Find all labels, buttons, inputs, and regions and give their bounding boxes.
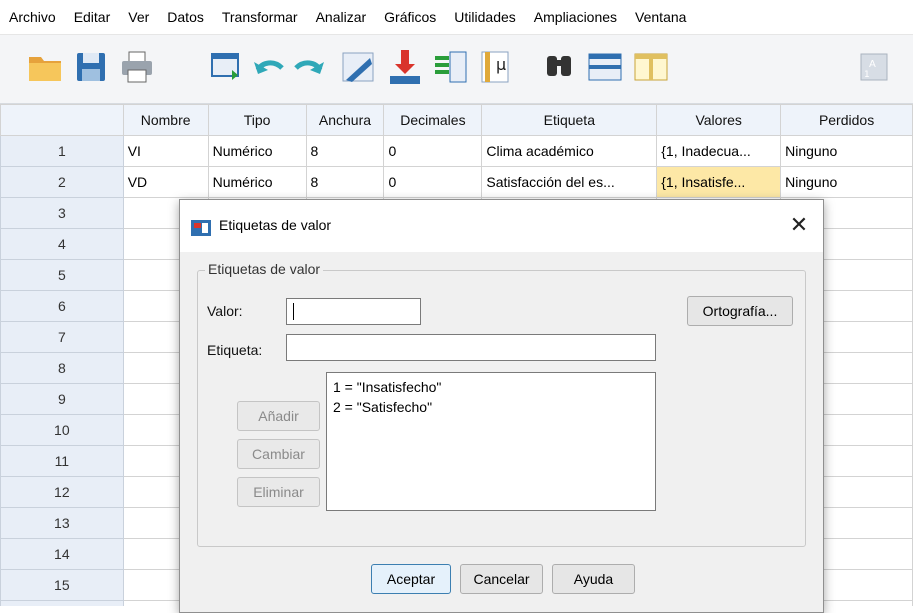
value-labels-icon[interactable]: A1 bbox=[855, 48, 893, 86]
grid-cell[interactable]: 8 bbox=[305, 135, 385, 167]
row-number[interactable]: 3 bbox=[0, 197, 124, 229]
toolbar: μ A1 bbox=[0, 35, 913, 104]
etiqueta-label: Etiqueta: bbox=[207, 342, 263, 358]
grid-cell[interactable]: {1, Insatisfe... bbox=[656, 166, 782, 198]
variables-icon[interactable] bbox=[432, 48, 470, 86]
svg-text:μ: μ bbox=[496, 55, 506, 74]
menu-ampliaciones[interactable]: Ampliaciones bbox=[525, 0, 626, 34]
valor-label: Valor: bbox=[207, 303, 243, 319]
goto-case-icon[interactable] bbox=[340, 48, 378, 86]
grid-cell[interactable]: 0 bbox=[383, 135, 483, 167]
grid-cell[interactable]: Numérico bbox=[207, 166, 307, 198]
redo-icon[interactable] bbox=[290, 48, 328, 86]
dialog-app-icon bbox=[191, 218, 211, 236]
menu-transformar[interactable]: Transformar bbox=[213, 0, 307, 34]
list-item[interactable]: 2 = "Satisfecho" bbox=[333, 397, 649, 417]
menu-utilidades[interactable]: Utilidades bbox=[445, 0, 524, 34]
add-button[interactable]: Añadir bbox=[237, 401, 320, 431]
row-number[interactable]: 11 bbox=[0, 445, 124, 477]
open-folder-icon[interactable] bbox=[26, 48, 64, 86]
dialog-title: Etiquetas de valor bbox=[219, 217, 332, 233]
row-number[interactable]: 5 bbox=[0, 259, 124, 291]
recall-dialog-icon[interactable] bbox=[208, 48, 246, 86]
dialog-title-bar: Etiquetas de valor ✕ bbox=[180, 200, 823, 252]
menu-bar: Archivo Editar Ver Datos Transformar Ana… bbox=[0, 0, 913, 35]
group-title: Etiquetas de valor bbox=[205, 261, 324, 277]
grid-cell[interactable]: VD bbox=[122, 166, 209, 198]
column-header[interactable]: Decimales bbox=[383, 104, 483, 136]
grid-cell[interactable]: Clima académico bbox=[481, 135, 658, 167]
row-number[interactable]: 14 bbox=[0, 538, 124, 570]
row-number[interactable]: 9 bbox=[0, 383, 124, 415]
grid-cell[interactable]: Satisfacción del es... bbox=[481, 166, 658, 198]
row-number[interactable]: 4 bbox=[0, 228, 124, 260]
row-number[interactable]: 6 bbox=[0, 290, 124, 322]
row-number[interactable]: 16 bbox=[0, 600, 124, 606]
menu-ver[interactable]: Ver bbox=[119, 0, 158, 34]
cancel-button[interactable]: Cancelar bbox=[460, 564, 543, 594]
valor-input[interactable] bbox=[286, 298, 421, 325]
menu-editar[interactable]: Editar bbox=[65, 0, 120, 34]
menu-ventana[interactable]: Ventana bbox=[626, 0, 695, 34]
column-header[interactable]: Anchura bbox=[305, 104, 385, 136]
spelling-button[interactable]: Ortografía... bbox=[687, 296, 793, 326]
grid-cell[interactable]: {1, Inadecua... bbox=[656, 135, 782, 167]
row-number[interactable]: 10 bbox=[0, 414, 124, 446]
value-labels-list[interactable]: 1 = "Insatisfecho" 2 = "Satisfecho" bbox=[326, 372, 656, 511]
row-number[interactable]: 13 bbox=[0, 507, 124, 539]
grid-cell[interactable]: Ninguno bbox=[780, 135, 913, 167]
menu-archivo[interactable]: Archivo bbox=[0, 0, 65, 34]
menu-analizar[interactable]: Analizar bbox=[307, 0, 376, 34]
grid-cell[interactable]: 0 bbox=[383, 166, 483, 198]
find-icon[interactable] bbox=[540, 48, 578, 86]
column-header[interactable]: Perdidos bbox=[780, 104, 913, 136]
row-number[interactable]: 15 bbox=[0, 569, 124, 601]
ok-button[interactable]: Aceptar bbox=[371, 564, 451, 594]
insert-variable-icon[interactable] bbox=[632, 48, 670, 86]
list-item[interactable]: 1 = "Insatisfecho" bbox=[333, 377, 649, 397]
undo-icon[interactable] bbox=[250, 48, 288, 86]
close-icon[interactable]: ✕ bbox=[784, 210, 814, 240]
grid-cell[interactable]: 8 bbox=[305, 166, 385, 198]
grid-cell[interactable]: Ninguno bbox=[780, 166, 913, 198]
column-header[interactable]: Nombre bbox=[122, 104, 209, 136]
save-icon[interactable] bbox=[72, 48, 110, 86]
text-caret bbox=[293, 303, 294, 320]
column-header[interactable]: Etiqueta bbox=[481, 104, 658, 136]
menu-datos[interactable]: Datos bbox=[158, 0, 213, 34]
grid-cell[interactable]: Numérico bbox=[207, 135, 307, 167]
svg-text:A: A bbox=[869, 59, 876, 70]
etiqueta-input[interactable] bbox=[286, 334, 656, 361]
menu-graficos[interactable]: Gráficos bbox=[375, 0, 445, 34]
corner-cell bbox=[0, 104, 124, 136]
column-header[interactable]: Tipo bbox=[207, 104, 307, 136]
print-icon[interactable] bbox=[118, 48, 156, 86]
svg-text:1: 1 bbox=[864, 70, 870, 80]
table-row: 2 VD Numérico 8 0 Satisfacción del es... {1, I… bbox=[0, 166, 913, 198]
grid-cell[interactable]: VI bbox=[122, 135, 209, 167]
table-row: 1 VI Numérico 8 0 Clima académico {1, Inadecua… bbox=[0, 135, 913, 167]
row-number[interactable]: 1 bbox=[0, 135, 124, 167]
row-number[interactable]: 7 bbox=[0, 321, 124, 353]
remove-button[interactable]: Eliminar bbox=[237, 477, 320, 507]
help-button[interactable]: Ayuda bbox=[552, 564, 635, 594]
grid-header-row: Nombre Tipo Anchura Decimales Etiqueta V… bbox=[0, 104, 913, 136]
column-header[interactable]: Valores bbox=[656, 104, 782, 136]
goto-variable-icon[interactable] bbox=[386, 48, 424, 86]
row-number[interactable]: 2 bbox=[0, 166, 124, 198]
row-number[interactable]: 8 bbox=[0, 352, 124, 384]
statistics-icon[interactable]: μ bbox=[478, 48, 516, 86]
value-labels-dialog: Etiquetas de valor ✕ Etiquetas de valor … bbox=[179, 199, 824, 613]
row-number[interactable]: 12 bbox=[0, 476, 124, 508]
insert-cases-icon[interactable] bbox=[586, 48, 624, 86]
change-button[interactable]: Cambiar bbox=[237, 439, 320, 469]
